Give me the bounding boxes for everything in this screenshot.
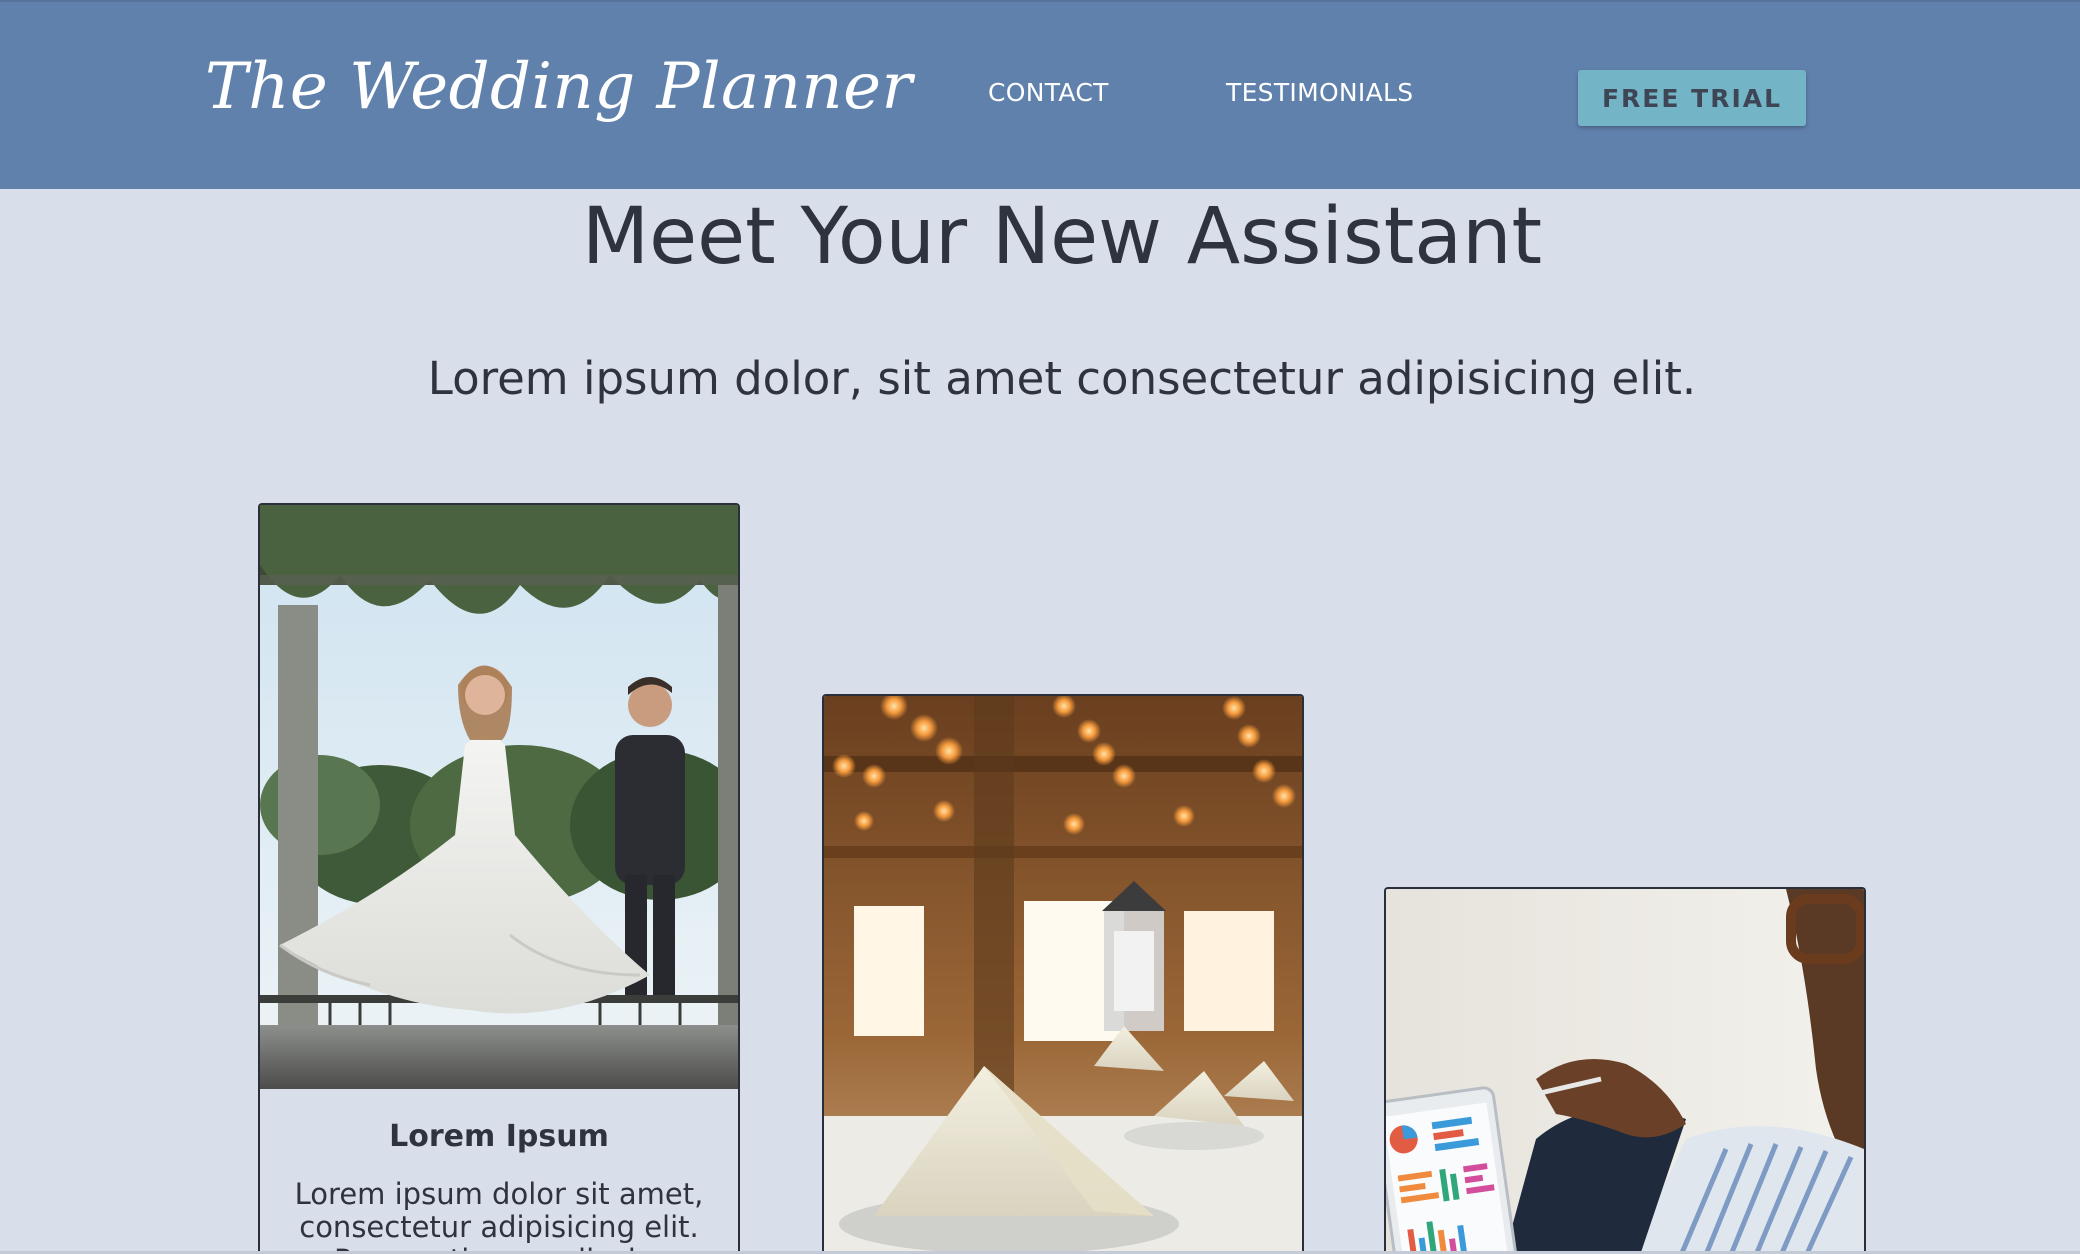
feature-card-2: [822, 694, 1304, 1254]
wedding-couple-image: [260, 505, 738, 1089]
nav-testimonials-link[interactable]: TESTIMONIALS: [1226, 78, 1413, 107]
tablet-charts-image: [1386, 889, 1864, 1254]
feature-card-1: Lorem Ipsum Lorem ipsum dolor sit amet, …: [258, 503, 740, 1254]
hero-title: Meet Your New Assistant: [581, 192, 1543, 282]
page: The Wedding Planner CONTACT TESTIMONIALS…: [0, 0, 2080, 1254]
feature-card-3: [1384, 887, 1866, 1254]
card-title: Lorem Ipsum: [389, 1119, 609, 1154]
man-with-tablet-illustration: [1386, 889, 1864, 1254]
hero-subtitle: Lorem ipsum dolor, sit amet consectetur …: [427, 352, 1697, 405]
card-text: Lorem ipsum dolor sit amet, consectetur …: [294, 1177, 704, 1254]
nav-contact-link[interactable]: CONTACT: [988, 78, 1109, 107]
site-header: The Wedding Planner CONTACT TESTIMONIALS…: [0, 0, 2080, 189]
banquet-table-illustration: [824, 696, 1302, 1254]
site-logo[interactable]: The Wedding Planner: [205, 50, 913, 124]
free-trial-button[interactable]: FREE TRIAL: [1578, 70, 1806, 126]
banquet-table-image: [824, 696, 1302, 1254]
wedding-couple-illustration: [260, 505, 738, 1089]
